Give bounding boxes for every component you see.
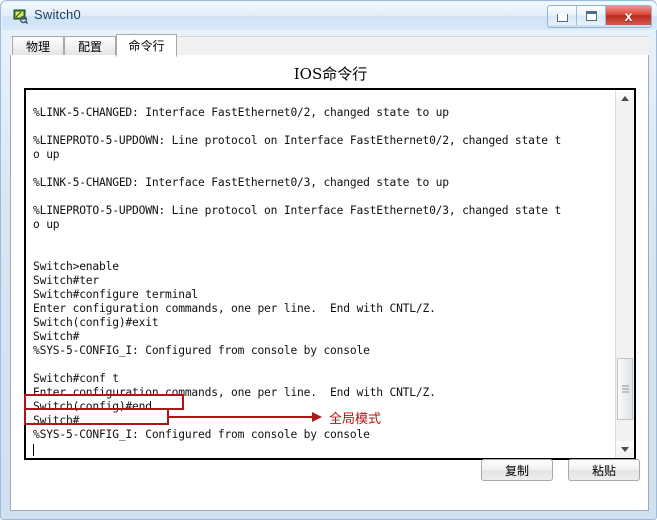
window-controls: x: [547, 5, 652, 28]
annotation-arrow-line: [169, 416, 314, 418]
paste-button[interactable]: 粘贴: [568, 459, 640, 481]
tab-cli[interactable]: 命令行: [116, 34, 177, 57]
switch-device-icon: [12, 8, 29, 25]
close-button[interactable]: x: [606, 6, 651, 25]
paste-button-label: 粘贴: [591, 463, 616, 478]
scrollbar-grip-icon: [622, 385, 629, 393]
console-caret: [33, 444, 34, 456]
minimize-icon: [556, 13, 568, 22]
console-scrollbar[interactable]: [615, 90, 634, 458]
cli-panel: IOS命令行 %LINK-5-CHANGED: Interface FastEt…: [10, 55, 649, 511]
console-output-area[interactable]: %LINK-5-CHANGED: Interface FastEthernet0…: [24, 88, 636, 460]
title-bar[interactable]: Switch0 x: [2, 2, 657, 30]
tab-bar: 物理 配置 命令行: [10, 34, 649, 57]
tab-physical[interactable]: 物理: [12, 36, 64, 56]
maximize-icon: [585, 10, 597, 21]
close-icon: x: [624, 7, 633, 24]
panel-heading: IOS命令行: [293, 65, 368, 83]
copy-button[interactable]: 复制: [481, 459, 553, 481]
annotation-arrow-head-icon: [312, 412, 322, 422]
window-title: Switch0: [34, 7, 81, 22]
scroll-up-button[interactable]: [616, 90, 634, 107]
console-text: %LINK-5-CHANGED: Interface FastEthernet0…: [33, 106, 562, 442]
switch0-window: Switch0 x 物理 配置 命令行 IOS命令行 %LINK-5-CHANG…: [0, 0, 657, 520]
scroll-down-button[interactable]: [616, 441, 634, 458]
chevron-up-icon: [621, 96, 629, 101]
tab-config[interactable]: 配置: [64, 36, 116, 56]
tab-physical-label: 物理: [25, 40, 50, 54]
tab-config-label: 配置: [77, 40, 102, 54]
minimize-button[interactable]: [548, 6, 577, 25]
scrollbar-thumb[interactable]: [617, 358, 633, 420]
tab-cli-label: 命令行: [128, 39, 165, 53]
annotation-label: 全局模式: [329, 412, 382, 427]
chevron-down-icon: [621, 447, 629, 452]
maximize-button[interactable]: [577, 6, 606, 25]
copy-button-label: 复制: [504, 463, 529, 478]
